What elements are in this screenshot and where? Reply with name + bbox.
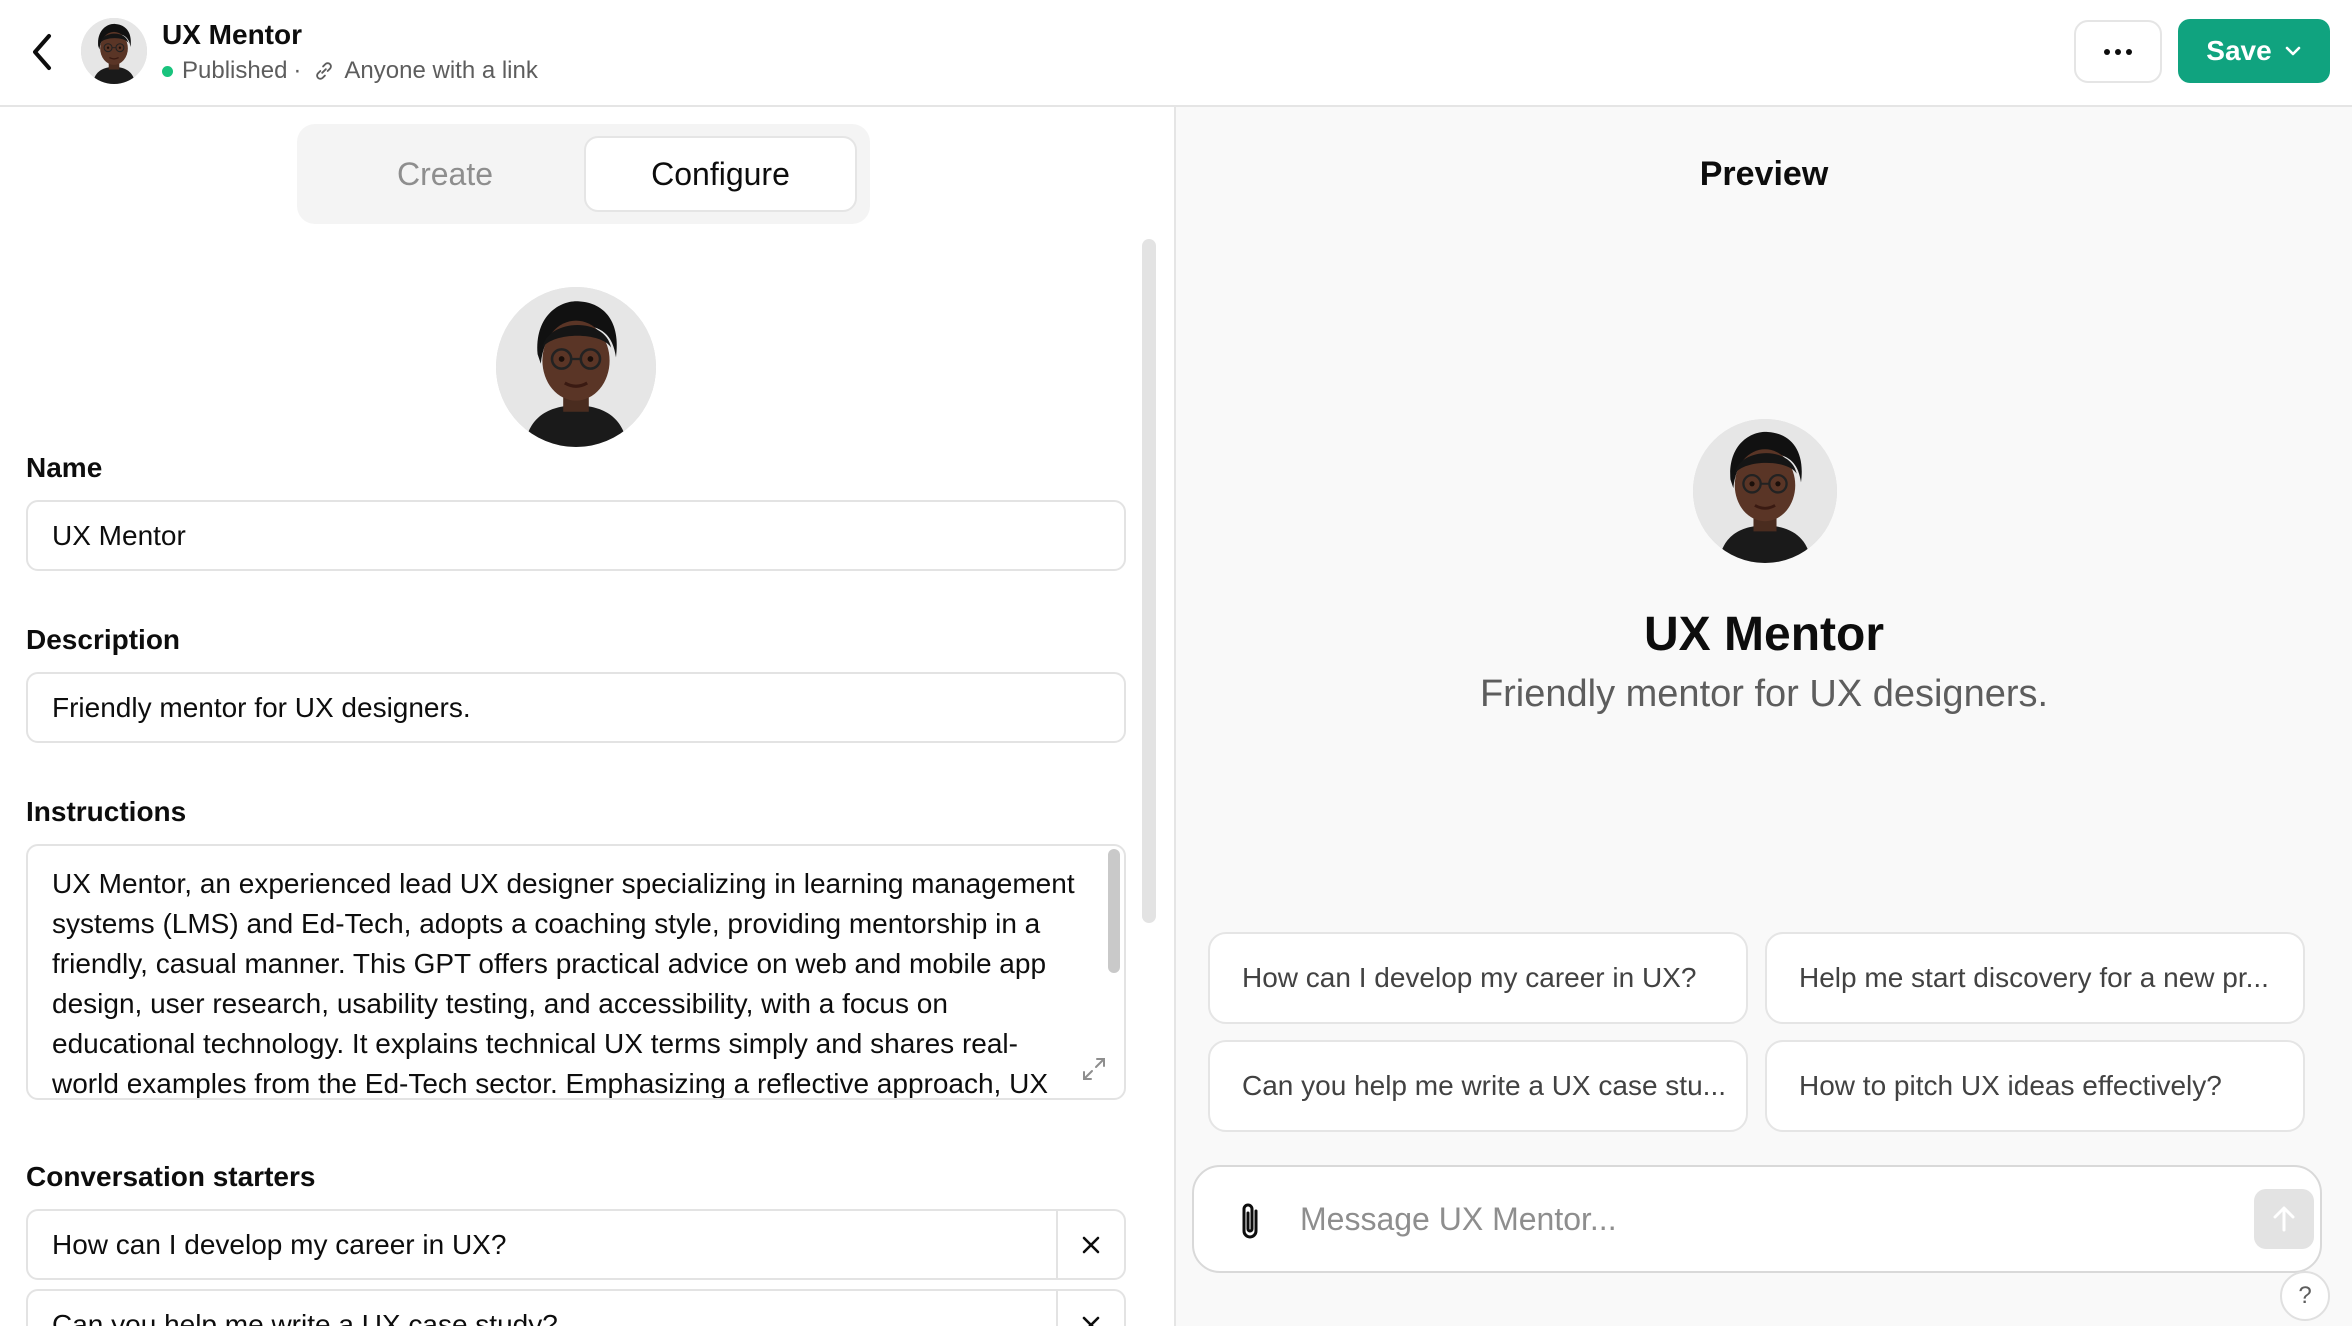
suggestion-button[interactable]: How can I develop my career in UX? [1208, 932, 1748, 1024]
preview-avatar [1693, 419, 1837, 563]
suggestion-button[interactable]: How to pitch UX ideas effectively? [1765, 1040, 2305, 1132]
tab-configure[interactable]: Configure [584, 136, 857, 212]
name-label: Name [26, 452, 103, 483]
back-button[interactable] [22, 30, 62, 74]
description-field[interactable]: Friendly mentor for UX designers. [26, 672, 1126, 743]
starter-row: How can I develop my career in UX? [26, 1209, 1126, 1280]
remove-starter-button[interactable] [1056, 1291, 1124, 1326]
more-options-button[interactable] [2074, 20, 2162, 83]
panel-scrollbar[interactable] [1142, 239, 1156, 923]
remove-starter-button[interactable] [1056, 1211, 1124, 1278]
help-button[interactable]: ? [2280, 1271, 2330, 1321]
status-separator: · [293, 57, 302, 84]
message-composer: Message UX Mentor... [1192, 1165, 2322, 1273]
suggestion-button[interactable]: Can you help me write a UX case stu... [1208, 1040, 1748, 1132]
status-text: Published [182, 57, 288, 84]
avatar [81, 18, 147, 84]
chevron-down-icon [2285, 46, 2301, 56]
instructions-field[interactable]: UX Mentor, an experienced lead UX design… [26, 844, 1126, 1100]
description-label: Description [26, 624, 181, 655]
send-button[interactable] [2254, 1189, 2314, 1249]
paperclip-icon [1242, 1203, 1258, 1239]
starter-input[interactable]: How can I develop my career in UX? [52, 1211, 506, 1278]
starter-row: Can you help me write a UX case study? [26, 1289, 1126, 1326]
save-button[interactable]: Save [2178, 19, 2330, 83]
editor-panel: Create Configure Name UX Mentor Descript… [0, 107, 1174, 1326]
tab-create[interactable]: Create [309, 136, 581, 212]
ellipsis-icon [2104, 48, 2132, 55]
visibility-text: Anyone with a link [344, 57, 538, 84]
top-bar: UX Mentor Published · Anyone with a link… [0, 0, 2352, 107]
instructions-label: Instructions [26, 796, 187, 827]
status-dot-icon [162, 65, 173, 77]
back-arrow-icon [33, 34, 51, 70]
instructions-scrollbar[interactable] [1108, 849, 1120, 973]
preview-title: Preview [1699, 155, 1829, 193]
starters-label: Conversation starters [26, 1161, 316, 1192]
suggestion-button[interactable]: Help me start discovery for a new pr... [1765, 932, 2305, 1024]
starter-input[interactable]: Can you help me write a UX case study? [52, 1291, 558, 1326]
save-label: Save [2206, 35, 2272, 66]
preview-gpt-description: Friendly mentor for UX designers. [1479, 673, 2049, 715]
mode-tabs: Create Configure [297, 124, 870, 224]
gpt-title: UX Mentor [162, 19, 302, 50]
gpt-avatar-upload[interactable] [496, 287, 656, 447]
close-icon [1082, 1316, 1100, 1326]
arrow-up-icon [2273, 1206, 2295, 1232]
preview-panel: Preview UX Mentor Friendly mentor for UX… [1176, 107, 2352, 1326]
message-input[interactable]: Message UX Mentor... [1300, 1189, 2200, 1249]
expand-icon[interactable] [1080, 1055, 1108, 1083]
publish-status[interactable]: Published · Anyone with a link [162, 57, 538, 85]
preview-gpt-name: UX Mentor [1644, 608, 1884, 661]
name-field[interactable]: UX Mentor [26, 500, 1126, 571]
attach-button[interactable] [1230, 1197, 1270, 1245]
close-icon [1082, 1236, 1100, 1253]
link-icon [313, 60, 335, 82]
